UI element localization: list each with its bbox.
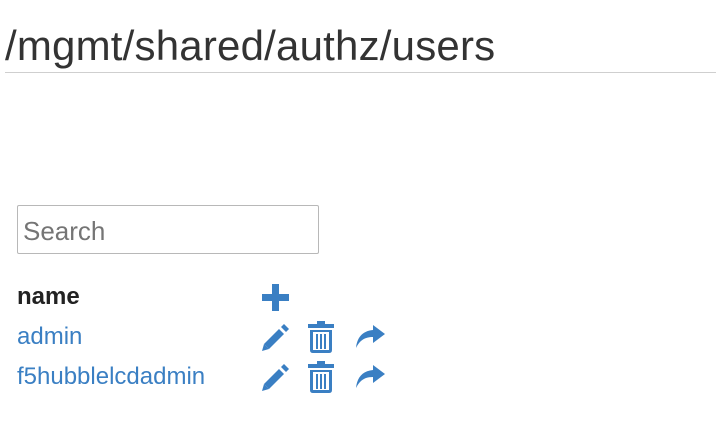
plus-icon[interactable] <box>262 283 289 311</box>
user-link[interactable]: f5hubblelcdadmin <box>17 363 205 390</box>
row-actions <box>261 357 385 397</box>
user-name-cell: admin <box>17 317 261 357</box>
trash-icon[interactable] <box>308 361 335 393</box>
share-arrow-icon[interactable] <box>355 325 385 349</box>
column-header-actions <box>261 277 385 317</box>
table-row: f5hubblelcdadmin <box>17 357 385 397</box>
page-title: /mgmt/shared/authz/users <box>5 22 496 69</box>
user-name-cell: f5hubblelcdadmin <box>17 357 261 397</box>
pencil-icon[interactable] <box>261 363 290 392</box>
title-divider <box>5 72 716 73</box>
trash-icon[interactable] <box>308 321 335 353</box>
table-row: admin <box>17 317 385 357</box>
search-input[interactable] <box>17 205 319 254</box>
share-arrow-icon[interactable] <box>355 365 385 389</box>
column-header-name: name <box>17 283 80 310</box>
pencil-icon[interactable] <box>261 323 290 352</box>
users-table: name admin f5hubblelcdadmin <box>17 277 385 397</box>
user-link[interactable]: admin <box>17 323 82 350</box>
table-header-row: name <box>17 277 385 317</box>
row-actions <box>261 317 385 357</box>
